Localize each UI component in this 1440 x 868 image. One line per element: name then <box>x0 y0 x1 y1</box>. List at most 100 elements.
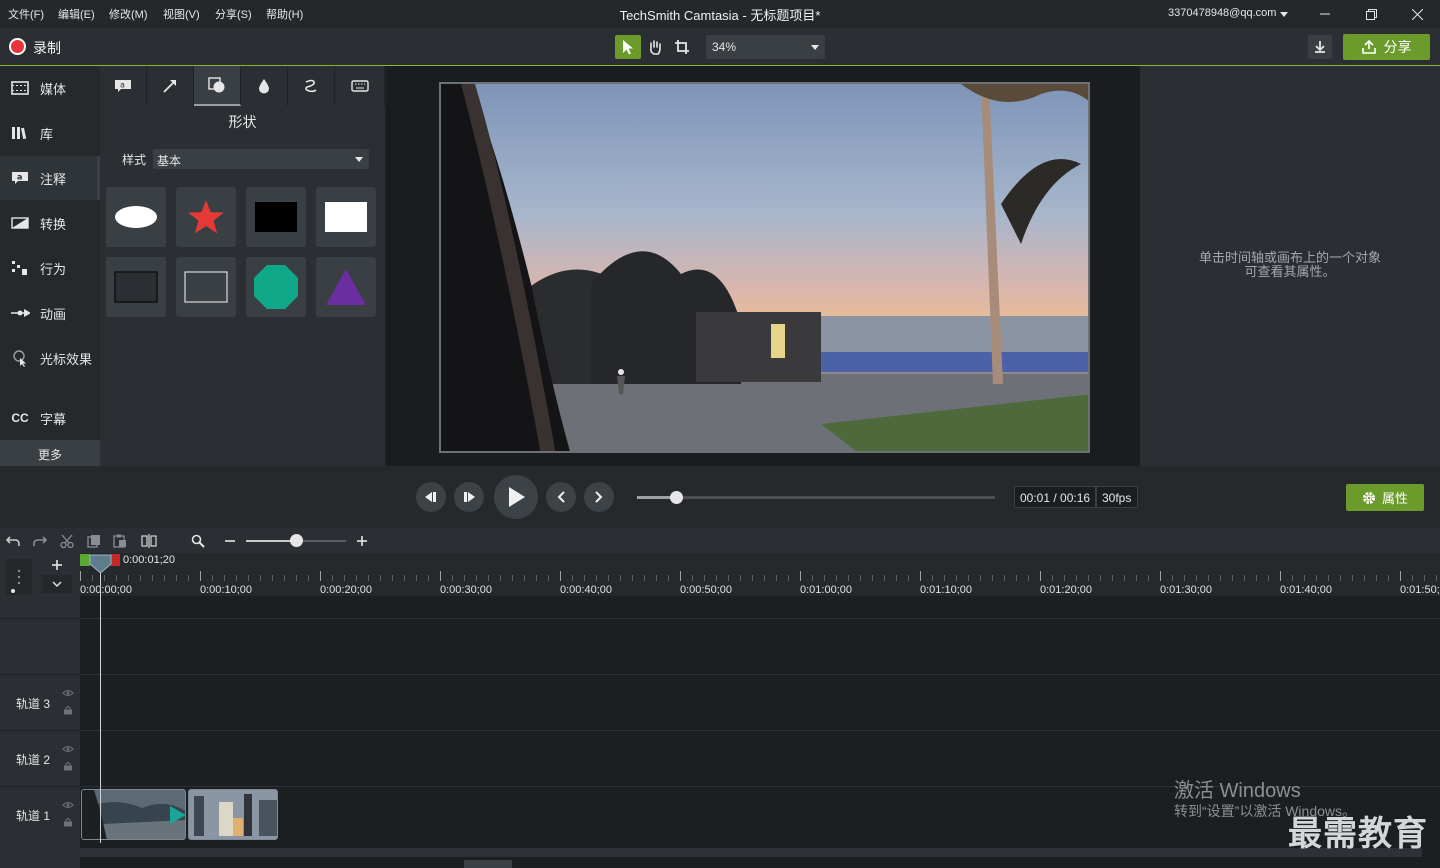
zoom-search-icon[interactable] <box>189 532 207 550</box>
shape-rectangle-black[interactable] <box>246 187 306 247</box>
track-header-2[interactable]: 轨道 2 <box>0 730 80 786</box>
account-menu[interactable]: 3370478948@qq.com <box>1168 7 1276 19</box>
nav-item-library[interactable]: 库 <box>0 111 100 155</box>
cut-scissors-icon[interactable] <box>58 532 76 550</box>
download-icon[interactable] <box>1308 35 1332 59</box>
menu-help[interactable]: 帮助(H) <box>266 6 303 22</box>
playhead-line[interactable] <box>100 568 101 843</box>
timeline-zoom-handle[interactable] <box>290 534 303 547</box>
shape-tab-icon[interactable] <box>194 66 241 106</box>
ruler-label: 0:01:50; <box>1400 584 1440 596</box>
magnet-snap-icon[interactable] <box>6 559 32 595</box>
video-preview[interactable] <box>439 82 1090 453</box>
track-header-3[interactable]: 轨道 3 <box>0 674 80 730</box>
lock-icon[interactable] <box>63 761 73 771</box>
record-icon[interactable] <box>9 38 26 55</box>
shape-ellipse-white[interactable] <box>106 187 166 247</box>
eye-icon[interactable] <box>62 801 74 809</box>
nav-label: 库 <box>40 126 54 142</box>
chevron-down-icon[interactable] <box>42 575 72 593</box>
transition-marker-icon[interactable] <box>169 805 187 825</box>
zoom-dropdown[interactable]: 34% <box>706 35 825 59</box>
shape-rectangle-dark-outline[interactable] <box>106 257 166 317</box>
zoom-out-icon[interactable] <box>221 532 239 550</box>
panel-title: 形状 <box>228 114 257 130</box>
timeline-tracks[interactable] <box>80 596 1440 868</box>
scrollbar-thumb[interactable] <box>464 860 512 868</box>
undo-icon[interactable] <box>4 532 22 550</box>
keystroke-tab-icon[interactable] <box>335 66 385 106</box>
ruler-label: 0:01:20;00 <box>1040 584 1092 596</box>
minimize-icon[interactable] <box>1302 0 1348 28</box>
ruler-label: 0:01:40;00 <box>1280 584 1332 596</box>
properties-hint-line1: 单击时间轴或画布上的一个对象 <box>1198 250 1381 265</box>
lock-icon[interactable] <box>63 705 73 715</box>
menu-share[interactable]: 分享(S) <box>215 6 252 22</box>
lock-icon[interactable] <box>63 817 73 827</box>
playhead-handle[interactable] <box>89 554 112 574</box>
menu-edit[interactable]: 编辑(E) <box>58 6 95 22</box>
properties-panel: 单击时间轴或画布上的一个对象 可查看其属性。 <box>1140 66 1440 466</box>
nav-item-transitions[interactable]: 转换 <box>0 201 100 245</box>
redo-icon[interactable] <box>31 532 49 550</box>
track-row-3[interactable] <box>80 674 1440 730</box>
shape-octagon-teal[interactable] <box>246 257 306 317</box>
nav-item-behaviors[interactable]: 行为 <box>0 246 100 290</box>
arrow-tab-icon[interactable] <box>147 66 194 106</box>
ruler-label: 0:00:30;00 <box>440 584 492 596</box>
nav-item-cursor-effects[interactable]: 光标效果 <box>0 336 100 380</box>
pan-hand-icon[interactable] <box>642 35 668 59</box>
nav-item-captions[interactable]: CC 字幕 <box>0 396 100 440</box>
nav-item-animations[interactable]: 动画 <box>0 291 100 335</box>
shape-rectangle-white[interactable] <box>316 187 376 247</box>
split-icon[interactable] <box>140 532 158 550</box>
track-empty-header <box>0 618 80 674</box>
callout-tab-icon[interactable]: a <box>100 66 147 106</box>
record-button[interactable]: 录制 <box>33 38 61 58</box>
nav-item-media[interactable]: 媒体 <box>0 66 100 110</box>
share-button[interactable]: 分享 <box>1343 34 1430 60</box>
film-strip-icon <box>10 81 30 95</box>
properties-button[interactable]: 属性 <box>1346 484 1424 511</box>
step-back-icon[interactable] <box>416 482 446 512</box>
step-forward-icon[interactable] <box>454 482 484 512</box>
annotation-callout-icon: a <box>10 171 30 185</box>
fps-display[interactable]: 30fps <box>1096 486 1138 508</box>
close-icon[interactable] <box>1394 0 1440 28</box>
shape-triangle-purple[interactable] <box>316 257 376 317</box>
nav-more-button[interactable]: 更多 <box>0 440 100 466</box>
media-clip-2[interactable] <box>188 789 278 840</box>
timeline-horizontal-scrollbar[interactable] <box>80 848 1422 868</box>
scrub-handle[interactable] <box>670 491 684 504</box>
next-icon[interactable] <box>584 482 614 512</box>
menu-view[interactable]: 视图(V) <box>163 6 200 22</box>
restore-icon[interactable] <box>1348 0 1394 28</box>
shape-rectangle-outline[interactable] <box>176 257 236 317</box>
play-icon[interactable] <box>494 475 538 519</box>
track-row-empty[interactable] <box>80 618 1440 674</box>
out-marker[interactable] <box>111 554 120 566</box>
eye-icon[interactable] <box>62 745 74 753</box>
nav-item-annotations[interactable]: a 注释 <box>0 156 100 200</box>
chevron-down-icon[interactable] <box>1280 12 1288 17</box>
add-track-icon[interactable] <box>42 556 72 574</box>
eye-icon[interactable] <box>62 689 74 697</box>
zoom-in-icon[interactable] <box>353 532 371 550</box>
time-display: 00:01 / 00:16 <box>1014 486 1096 508</box>
ruler-label: 0:01:10;00 <box>920 584 972 596</box>
menu-modify[interactable]: 修改(M) <box>109 6 148 22</box>
menu-file[interactable]: 文件(F) <box>8 6 44 22</box>
style-dropdown[interactable]: 基本 <box>153 149 369 169</box>
shape-star-red[interactable] <box>176 187 236 247</box>
scrub-track[interactable] <box>637 496 995 499</box>
sketch-motion-tab-icon[interactable] <box>288 66 335 106</box>
timeline-ruler[interactable]: 0:00:00;00 0:00:10;00 0:00:20;00 0:00:30;00… <box>80 553 1440 596</box>
previous-icon[interactable] <box>546 482 576 512</box>
crop-icon[interactable] <box>669 35 695 59</box>
copy-icon[interactable] <box>85 532 103 550</box>
blur-tab-icon[interactable] <box>241 66 288 106</box>
select-pointer-icon[interactable] <box>615 35 641 59</box>
paste-icon[interactable] <box>111 532 129 550</box>
track-name: 轨道 1 <box>16 809 51 823</box>
track-header-1[interactable]: 轨道 1 <box>0 786 80 842</box>
